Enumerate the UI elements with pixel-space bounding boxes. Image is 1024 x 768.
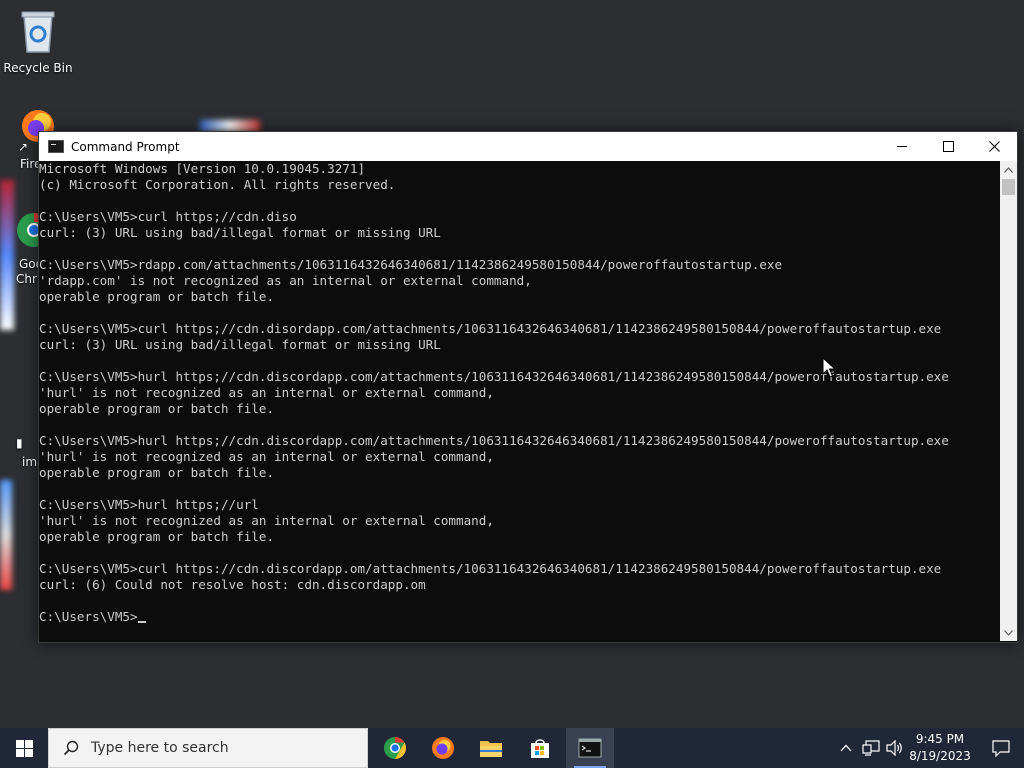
notification-icon: [992, 739, 1010, 757]
console-output[interactable]: Microsoft Windows [Version 10.0.19045.32…: [39, 161, 999, 641]
taskbar-store[interactable]: [516, 728, 564, 768]
start-button[interactable]: [0, 728, 48, 768]
scroll-up-button[interactable]: [1000, 161, 1017, 178]
taskbar: Type here to search 9:45 PM 8/19/2023: [0, 728, 1024, 768]
console-line: curl: (3) URL using bad/illegal format o…: [39, 225, 441, 240]
recycle-bin-label: Recycle Bin: [3, 61, 73, 75]
chevron-up-icon: [840, 744, 852, 752]
console-prompt: C:\Users\VM5>: [39, 609, 138, 624]
network-icon: [862, 740, 880, 756]
console-line: curl: (3) URL using bad/illegal format o…: [39, 337, 441, 352]
volume-button[interactable]: [884, 728, 906, 768]
close-button[interactable]: [971, 132, 1017, 161]
mouse-pointer-icon: [822, 357, 836, 378]
taskbar-file-explorer[interactable]: [467, 728, 515, 768]
taskbar-firefox[interactable]: [419, 728, 467, 768]
console-line: operable program or batch file.: [39, 465, 275, 480]
maximize-button[interactable]: [925, 132, 971, 161]
console-line: operable program or batch file.: [39, 401, 275, 416]
title-bar[interactable]: Command Prompt: [39, 132, 1017, 161]
console-line: operable program or batch file.: [39, 289, 275, 304]
network-button[interactable]: [860, 728, 882, 768]
command-prompt-icon: [578, 738, 602, 758]
console-line: (c) Microsoft Corporation. All rights re…: [39, 177, 396, 192]
recycle-bin-shortcut[interactable]: Recycle Bin: [0, 8, 76, 75]
system-clock[interactable]: 9:45 PM 8/19/2023: [905, 731, 975, 765]
console-line: 'rdapp.com' is not recognized as an inte…: [39, 273, 532, 288]
blurred-background-window: [0, 180, 14, 330]
action-center-button[interactable]: [978, 728, 1024, 768]
store-icon: [531, 739, 549, 758]
recycle-bin-icon: [21, 11, 55, 53]
command-prompt-icon: [48, 140, 64, 153]
taskbar-command-prompt[interactable]: [566, 728, 614, 768]
taskbar-chrome[interactable]: [371, 728, 419, 768]
search-icon: [63, 740, 79, 756]
console-line: Microsoft Windows [Version 10.0.19045.32…: [39, 161, 366, 176]
speaker-icon: [886, 740, 902, 756]
console-line: 'hurl' is not recognized as an internal …: [39, 385, 494, 400]
console-line: 'hurl' is not recognized as an internal …: [39, 513, 494, 528]
console-line: C:\Users\VM5>hurl https;//cdn.discordapp…: [39, 369, 949, 384]
console-line: C:\Users\VM5>curl https;//cdn.disordapp.…: [39, 321, 942, 336]
console-line: C:\Users\VM5>curl https://cdn.discordapp…: [39, 561, 942, 576]
windows-logo-icon: [15, 739, 33, 757]
text-cursor: [137, 621, 146, 623]
console-prompt-line[interactable]: C:\Users\VM5>: [39, 609, 999, 625]
file-explorer-icon: [480, 741, 502, 757]
minimize-button[interactable]: [879, 132, 925, 161]
taskbar-search-box[interactable]: Type here to search: [48, 728, 368, 768]
firefox-icon: [432, 737, 454, 759]
chrome-partial-label-2: Chr: [16, 272, 37, 286]
blurred-background-window-2: [0, 480, 12, 590]
maximize-icon: [942, 141, 954, 152]
chevron-down-icon: [1004, 629, 1013, 636]
close-icon: [988, 141, 1000, 152]
window-title: Command Prompt: [71, 139, 180, 154]
command-prompt-window[interactable]: Command Prompt Microsoft Windows [Versio…: [38, 131, 1018, 643]
console-line: C:\Users\VM5>hurl https;//cdn.discordapp…: [39, 433, 949, 448]
image-file-icon[interactable]: ▮: [16, 436, 23, 450]
scroll-down-button[interactable]: [1000, 624, 1017, 641]
console-line: 'hurl' is not recognized as an internal …: [39, 449, 494, 464]
show-hidden-icons-button[interactable]: [836, 728, 856, 768]
console-line: C:\Users\VM5>curl https;//cdn.diso: [39, 209, 297, 224]
clock-time: 9:45 PM: [915, 732, 965, 746]
chrome-icon: [384, 737, 406, 759]
search-placeholder: Type here to search: [91, 740, 229, 756]
shortcut-arrow-icon: ↗: [18, 140, 29, 154]
vertical-scrollbar[interactable]: [1000, 161, 1017, 641]
console-line: operable program or batch file.: [39, 529, 275, 544]
scroll-thumb[interactable]: [1002, 179, 1015, 195]
chevron-up-icon: [1004, 166, 1013, 173]
minimize-icon: [897, 146, 907, 147]
console-line: C:\Users\VM5>hurl https;//url: [39, 497, 259, 512]
console-line: curl: (6) Could not resolve host: cdn.di…: [39, 577, 426, 592]
console-line: C:\Users\VM5>rdapp.com/attachments/10631…: [39, 257, 783, 272]
clock-date: 8/19/2023: [909, 749, 971, 763]
